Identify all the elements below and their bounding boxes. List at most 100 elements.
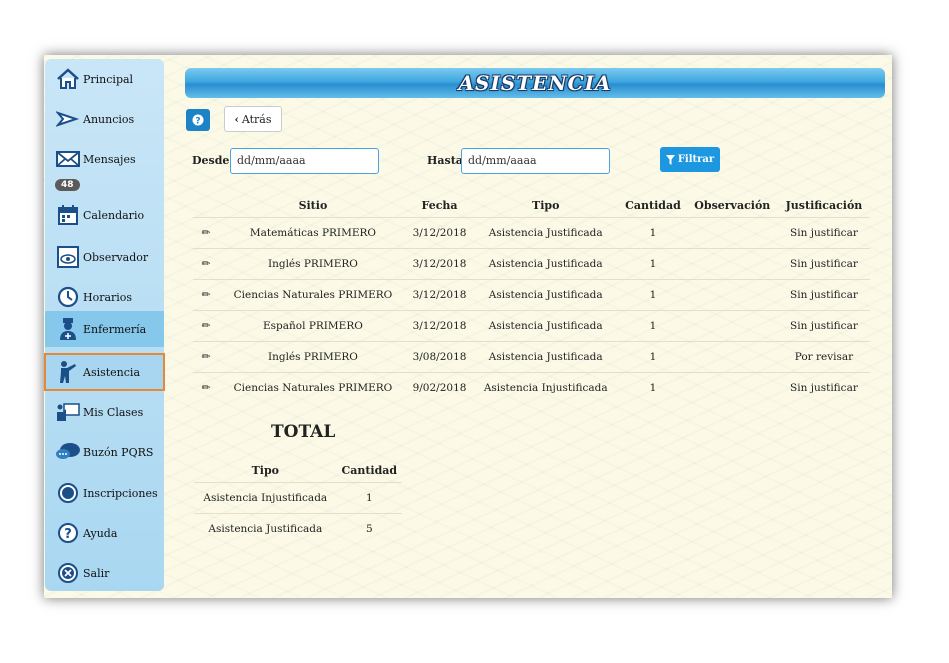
cell-observacion [686, 217, 778, 249]
cell-justificacion: Sin justificar [777, 217, 870, 249]
column-header-tipo: Tipo [532, 198, 560, 212]
sidebar-item-enfermeria[interactable]: Enfermería [45, 311, 164, 347]
cell-observacion [686, 248, 778, 280]
sidebar-item-observador[interactable]: Observador [45, 239, 164, 275]
nurse-icon [55, 317, 81, 341]
cell-sitio: Matemáticas PRIMERO [219, 217, 407, 249]
hasta-date-input[interactable]: dd/mm/aaaa [461, 148, 610, 174]
sidebar-item-ayuda[interactable]: ? Ayuda [45, 515, 164, 551]
radio-circle-icon [55, 481, 81, 505]
cell-tipo: Asistencia Justificada [472, 248, 620, 280]
page-title-bar: ASISTENCIA [185, 68, 885, 98]
edit-pencil-icon[interactable]: ✏ [193, 372, 219, 403]
sidebar-item-buzon-pqrs[interactable]: Buzón PQRS [45, 434, 164, 470]
table-header-row: Tipo Cantidad [194, 458, 402, 483]
sidebar-item-horarios[interactable]: Horarios [45, 279, 164, 315]
edit-pencil-icon[interactable]: ✏ [193, 217, 219, 249]
table-row: Asistencia Injustificada 1 [194, 482, 402, 514]
cell-cantidad: 1 [619, 279, 687, 311]
sidebar-item-label: Mis Clases [83, 405, 144, 419]
cell-tipo: Asistencia Justificada [472, 310, 620, 342]
sidebar-item-asistencia[interactable]: Asistencia [44, 353, 165, 391]
teacher-board-icon [55, 400, 81, 424]
sidebar-item-label: Horarios [83, 290, 133, 304]
table-row: ✏ Inglés PRIMERO 3/08/2018 Asistencia Ju… [193, 341, 870, 373]
edit-pencil-icon[interactable]: ✏ [193, 341, 219, 373]
column-header-fecha: Fecha [421, 198, 458, 212]
cell-fecha: 3/12/2018 [406, 248, 473, 280]
sidebar-item-label: Anuncios [83, 112, 135, 126]
cell-sitio: Inglés PRIMERO [219, 248, 407, 280]
cell-sitio: Ciencias Naturales PRIMERO [219, 279, 407, 311]
edit-pencil-icon[interactable]: ✏ [193, 248, 219, 280]
envelope-icon [55, 147, 81, 171]
sidebar-item-label: Observador [83, 250, 149, 264]
cell-tipo: Asistencia Justificada [472, 217, 620, 249]
cell-fecha: 9/02/2018 [406, 372, 473, 403]
desde-date-input[interactable]: dd/mm/aaaa [230, 148, 379, 174]
column-header-tipo: Tipo [251, 463, 279, 477]
cell-cantidad: 1 [619, 341, 687, 373]
sidebar-item-calendario[interactable]: Calendario [45, 197, 164, 233]
cell-cantidad: 1 [336, 482, 402, 514]
app-window: Principal Anuncios Mensajes 48 Calendari… [44, 55, 892, 598]
table-row: Asistencia Justificada 5 [194, 513, 402, 544]
column-header-cantidad: Cantidad [625, 198, 681, 212]
column-header-observacion: Observación [694, 198, 771, 212]
cell-cantidad: 1 [619, 248, 687, 280]
sidebar-item-salir[interactable]: Salir [45, 555, 164, 591]
svg-text:?: ? [64, 527, 72, 542]
cell-observacion [686, 279, 778, 311]
cell-fecha: 3/12/2018 [406, 279, 473, 311]
column-header-sitio: Sitio [298, 198, 328, 212]
cell-justificacion: Sin justificar [777, 279, 870, 311]
cell-tipo: Asistencia Injustificada [472, 372, 620, 403]
cell-sitio: Español PRIMERO [219, 310, 407, 342]
cell-justificacion: Sin justificar [777, 310, 870, 342]
speech-bubble-icon [55, 440, 81, 464]
cell-justificacion: Sin justificar [777, 248, 870, 280]
desde-label: Desde [192, 154, 230, 167]
svg-text:?: ? [195, 117, 200, 127]
page-title: ASISTENCIA [458, 71, 612, 95]
cell-observacion [686, 372, 778, 403]
back-button[interactable]: ‹ Atrás [224, 106, 282, 132]
cell-justificacion: Por revisar [777, 341, 870, 373]
cell-cantidad: 1 [619, 310, 687, 342]
cell-tipo: Asistencia Justificada [472, 341, 620, 373]
cell-cantidad: 5 [336, 513, 402, 544]
home-icon [55, 67, 81, 91]
column-header-justificacion: Justificación [785, 198, 863, 212]
cell-cantidad: 1 [619, 217, 687, 249]
sidebar-item-mis-clases[interactable]: Mis Clases [45, 394, 164, 430]
help-button[interactable]: ? [186, 109, 210, 131]
hasta-label: Hasta [427, 154, 463, 167]
sidebar-item-label: Ayuda [83, 526, 118, 540]
total-heading: TOTAL [271, 422, 336, 442]
cell-tipo: Asistencia Justificada [194, 513, 337, 544]
table-row: ✏ Matemáticas PRIMERO 3/12/2018 Asistenc… [193, 217, 870, 249]
sidebar: Principal Anuncios Mensajes 48 Calendari… [44, 59, 165, 591]
edit-pencil-icon[interactable]: ✏ [193, 279, 219, 311]
funnel-icon [665, 154, 675, 165]
sidebar-item-label: Calendario [83, 208, 145, 222]
filter-button[interactable]: Filtrar [660, 147, 720, 172]
close-circle-icon [55, 561, 81, 585]
column-header-cantidad: Cantidad [341, 463, 398, 477]
sidebar-item-label: Mensajes [83, 152, 136, 166]
sidebar-item-label: Salir [83, 566, 110, 580]
sidebar-item-mensajes[interactable]: Mensajes [45, 141, 164, 177]
sidebar-item-inscripciones[interactable]: Inscripciones [45, 475, 164, 511]
table-row: ✏ Ciencias Naturales PRIMERO 3/12/2018 A… [193, 279, 870, 311]
cell-cantidad: 1 [619, 372, 687, 403]
clock-icon [55, 285, 81, 309]
calendar-icon [55, 203, 81, 227]
sidebar-item-anuncios[interactable]: Anuncios [45, 101, 164, 137]
sidebar-item-principal[interactable]: Principal [45, 61, 164, 97]
chevron-left-icon: ‹ [234, 112, 239, 126]
cell-fecha: 3/08/2018 [406, 341, 473, 373]
edit-pencil-icon[interactable]: ✏ [193, 310, 219, 342]
question-circle-icon: ? [55, 521, 81, 545]
back-button-label: Atrás [241, 112, 272, 126]
table-row: ✏ Ciencias Naturales PRIMERO 9/02/2018 A… [193, 372, 870, 403]
